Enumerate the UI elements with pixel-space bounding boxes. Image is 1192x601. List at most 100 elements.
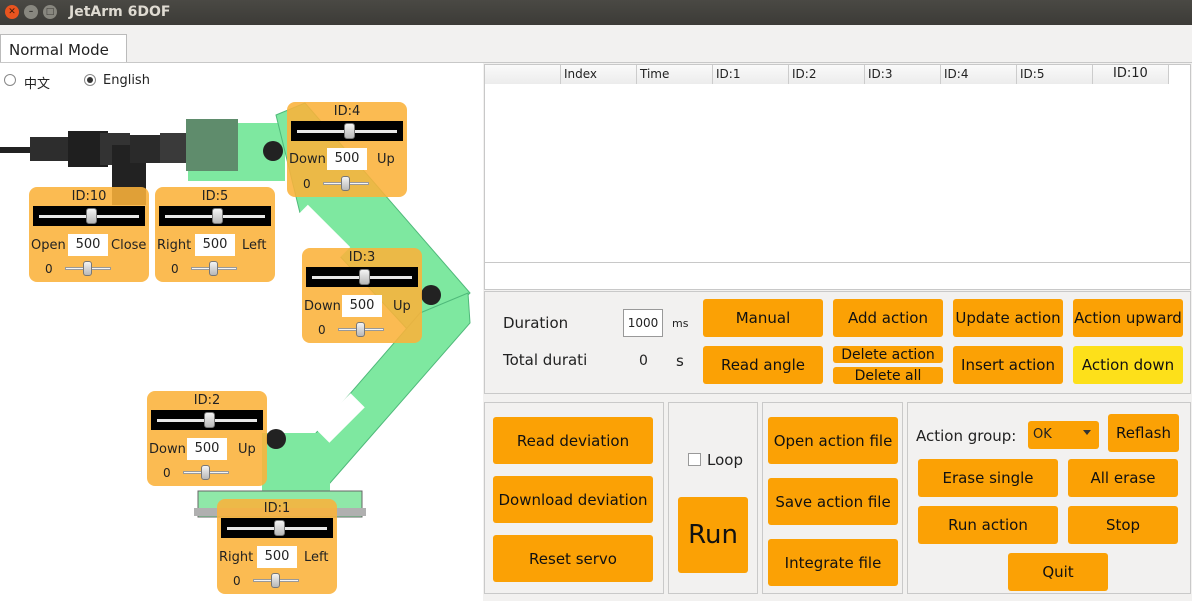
duration-label: Duration: [503, 314, 569, 332]
servo-id-label: ID:10: [71, 189, 107, 204]
action-group-select[interactable]: OK: [1028, 421, 1099, 449]
tab-normal-mode[interactable]: Normal Mode: [0, 34, 127, 63]
slider-handle[interactable]: [212, 208, 223, 224]
reset-servo-button[interactable]: Reset servo: [493, 535, 653, 582]
table-header-blank: [485, 65, 561, 84]
slider-handle[interactable]: [204, 412, 215, 428]
servo-slider[interactable]: [33, 206, 145, 226]
servo-offset-value: 0: [233, 574, 241, 588]
servo-id-label: ID:2: [193, 393, 221, 408]
total-duration-label: Total durati: [503, 351, 588, 369]
slider-handle[interactable]: [86, 208, 97, 224]
slider-handle[interactable]: [274, 520, 285, 536]
stop-button[interactable]: Stop: [1068, 506, 1178, 544]
servo-panel-id5: ID:5 Right 500 Left 0: [155, 187, 275, 282]
table-header-id1[interactable]: ID:1: [713, 65, 789, 84]
servo-value-input[interactable]: 500: [327, 148, 367, 170]
arm-control-panel: 中文 English ID:4 Down 500 Up 0 ID:10 Open…: [0, 63, 483, 601]
servo-panel-id4: ID:4 Down 500 Up 0: [287, 102, 407, 197]
run-action-button[interactable]: Run action: [918, 506, 1058, 544]
servo-max-label: Left: [304, 550, 329, 565]
servo-offset-value: 0: [163, 466, 171, 480]
action-group-label: Action group:: [916, 427, 1017, 445]
servo-value-input[interactable]: 500: [342, 295, 382, 317]
total-duration-value: 0: [639, 353, 648, 369]
action-down-button[interactable]: Action down: [1073, 346, 1183, 384]
dropdown-arrow-icon: [1083, 430, 1091, 435]
table-header-index[interactable]: Index: [561, 65, 637, 84]
table-header-id10[interactable]: ID:10: [1093, 65, 1169, 84]
close-window-icon[interactable]: ✕: [5, 5, 19, 19]
loop-checkbox[interactable]: [688, 453, 701, 466]
servo-slider[interactable]: [221, 518, 333, 538]
offset-slider-handle[interactable]: [341, 176, 350, 191]
maximize-window-icon[interactable]: □: [43, 5, 57, 19]
servo-value-input[interactable]: 500: [257, 546, 297, 568]
servo-slider[interactable]: [159, 206, 271, 226]
servo-min-label: Open: [31, 238, 66, 253]
offset-slider-handle[interactable]: [271, 573, 280, 588]
delete-all-button[interactable]: Delete all: [833, 367, 943, 384]
slider-handle[interactable]: [344, 123, 355, 139]
loop-label: Loop: [707, 451, 743, 469]
reflash-button[interactable]: Reflash: [1108, 414, 1179, 452]
minimize-window-icon[interactable]: –: [24, 5, 38, 19]
servo-min-label: Right: [157, 238, 192, 253]
slider-handle[interactable]: [359, 269, 370, 285]
servo-offset-value: 0: [171, 262, 179, 276]
save-action-file-button[interactable]: Save action file: [768, 478, 898, 525]
table-footer: [484, 263, 1191, 290]
offset-slider-handle[interactable]: [201, 465, 210, 480]
servo-max-label: Left: [242, 238, 267, 253]
servo-max-label: Up: [377, 152, 395, 167]
servo-max-label: Up: [238, 442, 256, 457]
insert-action-button[interactable]: Insert action: [953, 346, 1063, 384]
servo-id-label: ID:5: [201, 189, 229, 204]
erase-single-button[interactable]: Erase single: [918, 459, 1058, 497]
servo-id-label: ID:4: [333, 104, 361, 119]
all-erase-button[interactable]: All erase: [1068, 459, 1178, 497]
offset-slider-handle[interactable]: [209, 261, 218, 276]
download-deviation-button[interactable]: Download deviation: [493, 476, 653, 523]
servo-slider[interactable]: [306, 267, 418, 287]
delete-action-button[interactable]: Delete action: [833, 346, 943, 363]
integrate-file-button[interactable]: Integrate file: [768, 539, 898, 586]
action-upward-button[interactable]: Action upward: [1073, 299, 1183, 337]
servo-min-label: Down: [149, 442, 186, 457]
read-angle-button[interactable]: Read angle: [703, 346, 823, 384]
table-header-id4[interactable]: ID:4: [941, 65, 1017, 84]
servo-slider[interactable]: [291, 121, 403, 141]
table-header-time[interactable]: Time: [637, 65, 713, 84]
update-action-button[interactable]: Update action: [953, 299, 1063, 337]
servo-panel-id2: ID:2 Down 500 Up 0: [147, 391, 267, 486]
servo-value-input[interactable]: 500: [195, 234, 235, 256]
offset-slider-handle[interactable]: [356, 322, 365, 337]
read-deviation-button[interactable]: Read deviation: [493, 417, 653, 464]
quit-button[interactable]: Quit: [1008, 553, 1108, 591]
servo-value-input[interactable]: 500: [68, 234, 108, 256]
action-table[interactable]: Index Time ID:1 ID:2 ID:3 ID:4 ID:5 ID:1…: [484, 64, 1191, 263]
add-action-button[interactable]: Add action: [833, 299, 943, 337]
table-header-id2[interactable]: ID:2: [789, 65, 865, 84]
servo-panel-id1: ID:1 Right 500 Left 0: [217, 499, 337, 594]
servo-min-label: Down: [289, 152, 326, 167]
servo-min-label: Right: [219, 550, 254, 565]
manual-button[interactable]: Manual: [703, 299, 823, 337]
offset-slider-handle[interactable]: [83, 261, 92, 276]
action-group-selected: OK: [1033, 427, 1052, 442]
table-header-id3[interactable]: ID:3: [865, 65, 941, 84]
servo-offset-value: 0: [318, 323, 326, 337]
open-action-file-button[interactable]: Open action file: [768, 417, 898, 464]
servo-max-label: Up: [393, 299, 411, 314]
table-header-id5[interactable]: ID:5: [1017, 65, 1093, 84]
servo-panel-id10: ID:10 Open 500 Close 0: [29, 187, 149, 282]
servo-id-label: ID:1: [263, 501, 291, 516]
servo-offset-value: 0: [45, 262, 53, 276]
run-button[interactable]: Run: [678, 497, 748, 573]
servo-slider[interactable]: [151, 410, 263, 430]
window-titlebar: ✕ – □ JetArm 6DOF: [0, 0, 1192, 25]
servo-panel-id3: ID:3 Down 500 Up 0: [302, 248, 422, 343]
servo-value-input[interactable]: 500: [187, 438, 227, 460]
servo-offset-value: 0: [303, 177, 311, 191]
duration-input[interactable]: 1000: [623, 309, 663, 337]
